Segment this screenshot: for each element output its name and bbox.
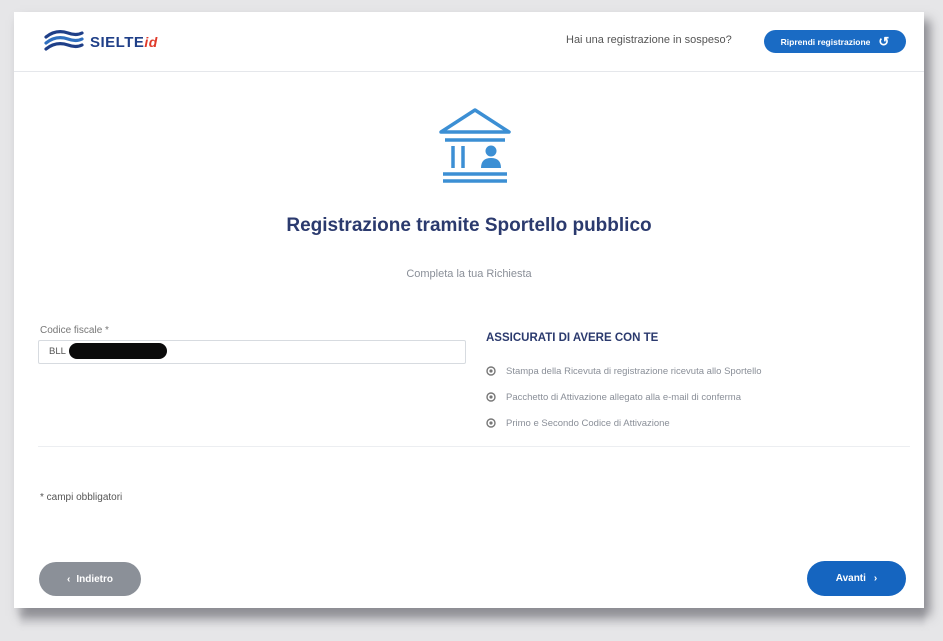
- fiscal-code-value: BLL: [49, 346, 66, 357]
- bullet-circle-icon: [486, 392, 496, 402]
- logo-text: SIELTEid: [90, 33, 158, 51]
- chevron-right-icon: ›: [873, 573, 878, 584]
- fiscal-code-input[interactable]: BLL: [38, 340, 466, 364]
- page-title: Registrazione tramite Sportello pubblico: [286, 215, 652, 236]
- chevron-left-icon: ‹: [66, 573, 71, 585]
- undo-icon: ↺: [878, 34, 890, 49]
- next-button[interactable]: Avanti ›: [807, 561, 906, 596]
- checklist-title: ASSICURATI DI AVERE CON TE: [486, 332, 659, 344]
- checklist-item-text: Pacchetto di Attivazione allegato alla e…: [506, 391, 741, 403]
- header: SIELTEid Hai una registrazione in sospes…: [14, 12, 924, 72]
- section-divider: [38, 446, 910, 447]
- fiscal-code-label: Codice fiscale *: [40, 325, 109, 336]
- registration-card: SIELTEid Hai una registrazione in sospes…: [14, 12, 924, 608]
- resume-registration-button[interactable]: Riprendi registrazione ↺: [764, 30, 906, 53]
- checklist-item: Pacchetto di Attivazione allegato alla e…: [486, 384, 762, 410]
- card-shadow: [20, 612, 925, 626]
- redaction-mark: [69, 343, 167, 359]
- checklist-item-text: Primo e Secondo Codice di Attivazione: [506, 417, 670, 429]
- back-button[interactable]: ‹ Indietro: [39, 562, 141, 596]
- next-button-label: Avanti: [835, 573, 866, 584]
- sielte-logo[interactable]: SIELTEid: [44, 28, 158, 56]
- checklist: Stampa della Ricevuta di registrazione r…: [486, 358, 762, 436]
- bullet-circle-icon: [486, 366, 496, 376]
- pending-registration-question: Hai una registrazione in sospeso?: [566, 34, 732, 46]
- checklist-item: Primo e Secondo Codice di Attivazione: [486, 410, 762, 436]
- required-fields-note: * campi obbligatori: [40, 492, 123, 503]
- sielte-wave-logo-icon: [44, 30, 84, 51]
- checklist-item-text: Stampa della Ricevuta di registrazione r…: [506, 365, 762, 377]
- page-subtitle: Completa la tua Richiesta: [406, 268, 532, 280]
- bullet-circle-icon: [486, 418, 496, 428]
- checklist-item: Stampa della Ricevuta di registrazione r…: [486, 358, 762, 384]
- public-building-icon: [439, 108, 511, 183]
- resume-button-label: Riprendi registrazione: [780, 36, 871, 47]
- back-button-label: Indietro: [76, 573, 113, 585]
